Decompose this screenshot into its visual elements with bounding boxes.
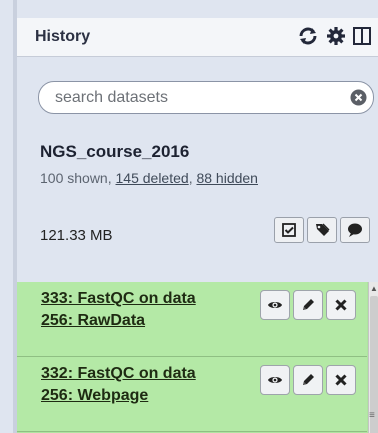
scroll-grip-icon: ≡ <box>369 410 375 421</box>
search-input[interactable] <box>53 86 337 110</box>
dataset-title-line: 332: FastQC on data <box>41 365 196 382</box>
pencil-icon <box>303 374 314 385</box>
checkbox-icon <box>282 223 296 237</box>
tags-button[interactable] <box>307 217 337 243</box>
delete-icon <box>335 299 347 311</box>
delete-button[interactable] <box>326 365 356 395</box>
refresh-icon[interactable] <box>297 25 319 47</box>
history-summary: NGS_course_2016 100 shown, 145 deleted, … <box>17 57 378 281</box>
comment-icon <box>348 223 362 237</box>
delete-button[interactable] <box>326 290 356 320</box>
dataset-title-line: 256: RawData <box>41 312 146 329</box>
scroll-up-arrow-icon[interactable]: ▲ <box>370 284 378 293</box>
edit-button[interactable] <box>293 290 323 320</box>
view-button[interactable] <box>260 365 290 395</box>
hidden-link[interactable]: 88 hidden <box>196 170 258 186</box>
select-datasets-button[interactable] <box>274 217 304 243</box>
list-item: 333: FastQC on data 256: RawData <box>17 282 367 357</box>
view-button[interactable] <box>260 290 290 320</box>
history-counts: 100 shown, 145 deleted, 88 hidden <box>40 170 258 186</box>
annotation-button[interactable] <box>340 217 370 243</box>
dataset-title-line: 256: Webpage <box>41 387 149 404</box>
pencil-icon <box>303 299 314 310</box>
scrollbar[interactable]: ▲ ≡ <box>368 282 378 433</box>
shown-count: 100 shown, <box>40 170 116 186</box>
history-size: 121.33 MB <box>40 227 113 244</box>
dataset-actions <box>260 365 356 395</box>
dataset-title[interactable]: 333: FastQC on data 256: RawData <box>41 288 241 332</box>
panel-title: History <box>35 28 91 45</box>
dataset-title-line: 333: FastQC on data <box>41 290 196 307</box>
history-tools <box>274 217 370 243</box>
edit-button[interactable] <box>293 365 323 395</box>
delete-icon <box>335 374 347 386</box>
history-name[interactable]: NGS_course_2016 <box>40 142 189 162</box>
dataset-title[interactable]: 332: FastQC on data 256: Webpage <box>41 363 241 407</box>
deleted-link[interactable]: 145 deleted <box>116 170 189 186</box>
dataset-list: 333: FastQC on data 256: RawData 332: Fa… <box>17 282 378 433</box>
columns-icon[interactable] <box>351 25 373 47</box>
clear-search-icon[interactable] <box>350 89 367 106</box>
gear-icon[interactable] <box>325 25 347 47</box>
eye-icon <box>268 302 282 308</box>
history-header: History <box>17 18 378 57</box>
dataset-actions <box>260 290 356 320</box>
tag-icon <box>316 223 330 236</box>
eye-icon <box>268 377 282 383</box>
list-item: 332: FastQC on data 256: Webpage <box>17 357 367 432</box>
search-box <box>38 81 374 114</box>
